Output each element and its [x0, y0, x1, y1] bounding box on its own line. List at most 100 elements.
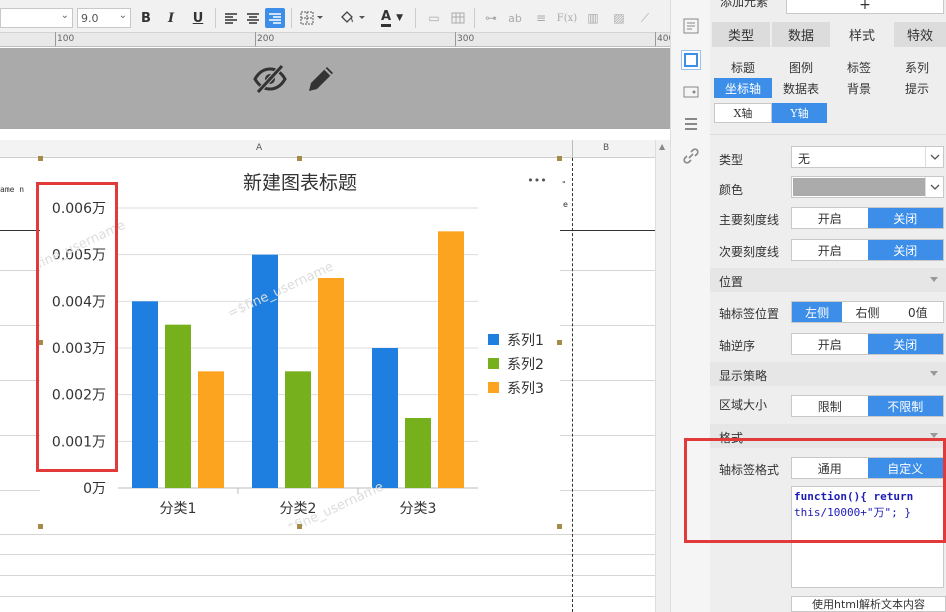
- align-center-button[interactable]: [243, 8, 263, 28]
- cell-fragment-left: ame n: [0, 185, 25, 194]
- resize-handle[interactable]: [38, 156, 43, 161]
- subtab-axis[interactable]: 坐标轴: [714, 78, 772, 98]
- slash-cell-icon[interactable]: ⟋: [636, 8, 654, 28]
- bar-3-2: [318, 278, 344, 488]
- column-b-header[interactable]: B: [603, 143, 609, 153]
- link-icon[interactable]: ⊶: [482, 8, 500, 28]
- align-right-button[interactable]: [265, 8, 285, 28]
- subtab-series[interactable]: 系列: [888, 57, 946, 77]
- minor-tick-on[interactable]: 开启: [792, 240, 868, 260]
- vertical-scrollbar[interactable]: ▲: [655, 140, 670, 612]
- ruler-mark: 300: [457, 34, 475, 44]
- chevron-down-icon: [925, 177, 943, 197]
- pencil-edit-icon[interactable]: [305, 63, 337, 95]
- font-size-select[interactable]: 9.0 ⌄: [77, 8, 131, 28]
- type-label: 类型: [719, 153, 744, 167]
- add-element-dropdown[interactable]: +: [786, 0, 944, 14]
- bar-chart[interactable]: 0万0.001万0.002万0.003万0.004万0.005万0.006万 分…: [40, 158, 560, 526]
- display-section-header[interactable]: 显示策略: [710, 362, 946, 386]
- legend-label: 系列1: [507, 333, 544, 349]
- axis-type-select[interactable]: 无: [791, 146, 944, 168]
- tab-style[interactable]: 样式: [832, 22, 892, 47]
- area-size-nolimit[interactable]: 不限制: [867, 396, 943, 416]
- subtab-tooltip[interactable]: 提示: [888, 78, 946, 98]
- table-icon[interactable]: [449, 8, 467, 28]
- resize-handle[interactable]: [297, 156, 302, 161]
- resize-handle[interactable]: [557, 340, 562, 345]
- position-section-header[interactable]: 位置: [710, 268, 946, 292]
- bar-2-3: [405, 418, 431, 488]
- chevron-down-icon: [925, 147, 943, 167]
- hyperlink-icon[interactable]: [681, 146, 701, 166]
- subtab-datasheet[interactable]: 数据表: [772, 78, 830, 98]
- merge-cell-icon[interactable]: ▭: [425, 8, 443, 28]
- bar-1-3: [372, 348, 398, 488]
- ruler-mark: 200: [257, 34, 275, 44]
- eye-hide-icon[interactable]: [253, 63, 287, 95]
- border-button[interactable]: [297, 8, 327, 28]
- font-color-button[interactable]: A ▼: [375, 8, 409, 28]
- subtab-background[interactable]: 背景: [830, 78, 888, 98]
- scroll-up-icon[interactable]: ▲: [659, 142, 665, 151]
- condition-attribute-icon[interactable]: [681, 82, 701, 102]
- minor-tick-toggle[interactable]: 开启 关闭: [791, 239, 944, 261]
- minor-tick-off[interactable]: 关闭: [867, 240, 943, 260]
- reverse-axis-label: 轴逆序: [719, 339, 756, 353]
- area-size-limit[interactable]: 限制: [792, 396, 868, 416]
- chevron-down-icon: ▼: [396, 13, 403, 23]
- subtab-legend[interactable]: 图例: [772, 57, 830, 77]
- x-tick-label: 分类1: [160, 501, 197, 517]
- image-insert-icon[interactable]: ▨: [610, 8, 628, 28]
- area-size-toggle[interactable]: 限制 不限制: [791, 395, 944, 417]
- axis-tab-y[interactable]: Y轴: [772, 103, 827, 123]
- widget-settings-icon[interactable]: [681, 16, 701, 36]
- font-name-select[interactable]: ⌄: [0, 8, 73, 28]
- subtab-title[interactable]: 标题: [714, 57, 772, 77]
- bold-button[interactable]: B: [136, 8, 156, 28]
- html-parse-option-button[interactable]: 使用html解析文本内容: [791, 596, 946, 612]
- horizontal-ruler: 100 200 300 400: [0, 32, 674, 47]
- align-left-button[interactable]: [221, 8, 241, 28]
- reverse-axis-off[interactable]: 关闭: [867, 334, 943, 354]
- chart-legend: 系列1 系列2 系列3: [488, 333, 544, 397]
- fill-color-button[interactable]: [338, 8, 368, 28]
- tab-type[interactable]: 类型: [712, 22, 770, 47]
- chart-style-icon[interactable]: [681, 50, 701, 70]
- label-position-zero[interactable]: 0值: [893, 302, 943, 322]
- label-position-toggle[interactable]: 左侧 右侧 0值: [791, 301, 944, 323]
- add-element-label: 添加元素: [720, 0, 769, 9]
- ruler-mark: 100: [57, 34, 75, 44]
- major-tick-on[interactable]: 开启: [792, 208, 868, 228]
- resize-handle[interactable]: [557, 524, 562, 529]
- resize-handle[interactable]: [38, 524, 43, 529]
- italic-button[interactable]: I: [161, 8, 181, 28]
- y-tick-label: 0万: [83, 481, 106, 497]
- reverse-axis-toggle[interactable]: 开启 关闭: [791, 333, 944, 355]
- label-position-left[interactable]: 左侧: [792, 302, 843, 322]
- position-section-title: 位置: [719, 275, 744, 289]
- reverse-axis-on[interactable]: 开启: [792, 334, 868, 354]
- resize-handle[interactable]: [297, 524, 302, 529]
- axis-type-value: 无: [798, 152, 811, 166]
- chart-menu-button[interactable]: •••: [527, 174, 546, 187]
- minor-tick-label: 次要刻度线: [719, 245, 780, 259]
- formula-button[interactable]: F(x): [556, 8, 578, 28]
- major-tick-toggle[interactable]: 开启 关闭: [791, 207, 944, 229]
- abc-text-button[interactable]: ab: [506, 8, 524, 28]
- area-size-label: 区域大小: [719, 398, 768, 412]
- tab-effect[interactable]: 特效: [894, 22, 946, 47]
- subtab-label[interactable]: 标签: [830, 57, 888, 77]
- align-list-icon[interactable]: ≡: [532, 8, 550, 28]
- column-a-header[interactable]: A: [256, 143, 262, 153]
- color-picker[interactable]: [791, 176, 944, 198]
- underline-button[interactable]: U: [188, 8, 208, 28]
- resize-handle[interactable]: [557, 156, 562, 161]
- align-right-icon: [269, 13, 281, 24]
- display-section-title: 显示策略: [719, 369, 768, 383]
- layer-list-icon[interactable]: [681, 114, 701, 134]
- label-position-right[interactable]: 右侧: [842, 302, 892, 322]
- chart-insert-icon[interactable]: ▥: [584, 8, 602, 28]
- axis-tab-x[interactable]: X轴: [714, 103, 772, 123]
- tab-data[interactable]: 数据: [772, 22, 830, 47]
- major-tick-off[interactable]: 关闭: [867, 208, 943, 228]
